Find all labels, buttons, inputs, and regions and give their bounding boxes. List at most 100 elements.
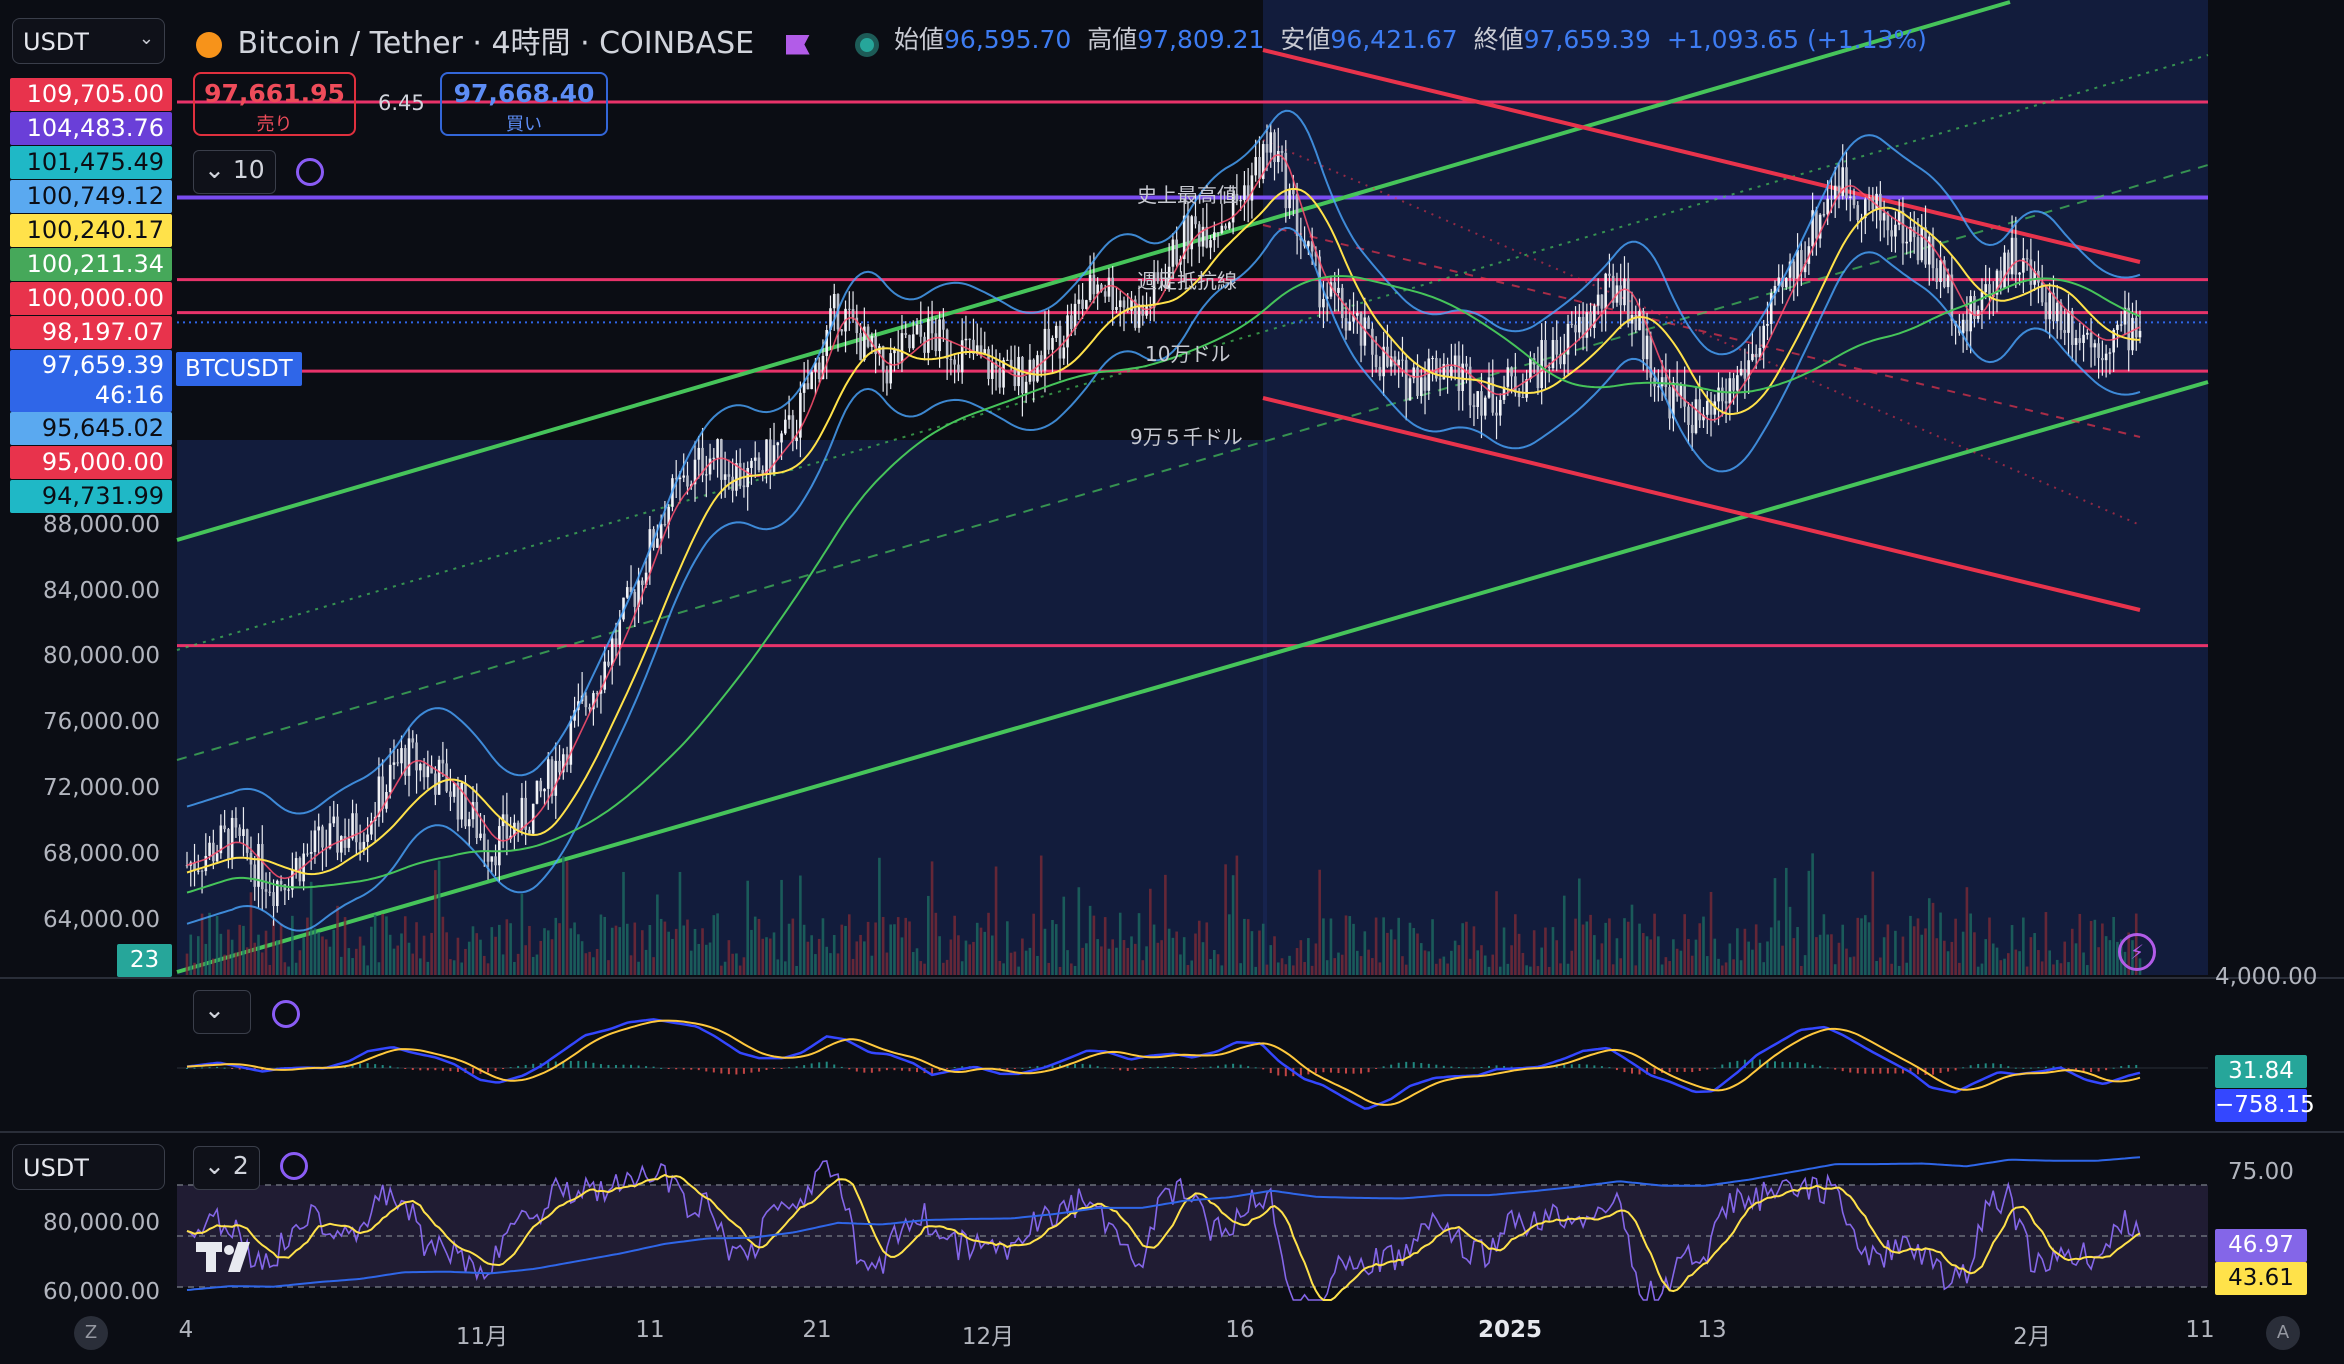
candle-body[interactable] (1355, 312, 1359, 316)
candle-body[interactable] (1243, 185, 1246, 201)
candle-body[interactable] (2127, 307, 2131, 351)
candle-body[interactable] (1250, 175, 1254, 201)
candle-body[interactable] (859, 333, 862, 361)
candle-body[interactable] (1751, 353, 1754, 361)
candle-body[interactable] (317, 826, 321, 831)
candle-body[interactable] (1638, 310, 1641, 331)
candle-body[interactable] (1423, 377, 1427, 391)
candle-body[interactable] (1194, 216, 1197, 225)
sell-button[interactable]: 97,661.95 売り (193, 72, 356, 136)
candle-body[interactable] (1224, 225, 1227, 229)
candle-body[interactable] (1736, 375, 1739, 391)
candle-body[interactable] (588, 707, 591, 710)
market-status-icon[interactable] (855, 32, 880, 57)
candle-body[interactable] (1555, 339, 1559, 355)
candle-body[interactable] (1081, 299, 1084, 309)
candle-body[interactable] (1348, 321, 1352, 331)
candle-body[interactable] (1894, 224, 1897, 237)
candle-body[interactable] (1510, 367, 1513, 377)
candle-body[interactable] (1728, 378, 1732, 404)
candle-body[interactable] (1901, 210, 1905, 244)
candle-body[interactable] (704, 474, 708, 476)
candle-body[interactable] (908, 334, 911, 349)
candle-body[interactable] (2018, 272, 2021, 275)
candle-body[interactable] (1664, 377, 1668, 387)
candle-body[interactable] (452, 782, 456, 797)
candle-body[interactable] (260, 844, 264, 890)
candle-body[interactable] (355, 813, 358, 843)
candle-body[interactable] (1721, 387, 1724, 402)
candle-body[interactable] (1066, 315, 1069, 348)
candle-body[interactable] (1796, 250, 1799, 279)
candle-body[interactable] (1961, 319, 1965, 334)
candle-body[interactable] (498, 826, 501, 866)
candle-body[interactable] (279, 880, 283, 885)
candle-body[interactable] (1258, 157, 1261, 179)
candle-body[interactable] (400, 748, 403, 764)
candle-body[interactable] (215, 853, 219, 862)
candle-body[interactable] (1269, 132, 1273, 153)
candle-body[interactable] (2104, 353, 2108, 361)
candle-body[interactable] (1265, 144, 1269, 153)
candle-body[interactable] (426, 766, 430, 778)
candle-body[interactable] (264, 889, 268, 892)
candle-body[interactable] (460, 782, 463, 820)
candle-body[interactable] (1209, 240, 1212, 248)
candle-body[interactable] (268, 891, 272, 893)
candle-body[interactable] (1404, 360, 1408, 401)
candle-body[interactable] (2014, 237, 2018, 275)
candle-body[interactable] (900, 333, 904, 363)
candle-body[interactable] (1619, 285, 1623, 306)
candle-body[interactable] (968, 338, 972, 340)
candle-body[interactable] (723, 474, 727, 480)
candle-body[interactable] (366, 834, 369, 842)
candle-body[interactable] (949, 359, 953, 361)
candle-body[interactable] (610, 638, 614, 666)
candle-body[interactable] (1295, 194, 1299, 236)
candle-body[interactable] (2131, 317, 2134, 351)
candle-body[interactable] (1600, 294, 1604, 309)
candle-body[interactable] (1521, 397, 1525, 399)
candle-body[interactable] (1047, 328, 1051, 350)
candle-body[interactable] (2044, 302, 2048, 320)
macd-collapse-button[interactable]: ⌄ (193, 990, 251, 1034)
candle-body[interactable] (253, 864, 257, 887)
candle-body[interactable] (761, 470, 765, 474)
candle-body[interactable] (1472, 405, 1476, 408)
candle-body[interactable] (2029, 259, 2033, 285)
auto-scale-icon[interactable]: A (2266, 1316, 2300, 1350)
candle-body[interactable] (1596, 294, 1600, 306)
candle-body[interactable] (1848, 196, 1852, 198)
candle-body[interactable] (415, 742, 418, 771)
candle-body[interactable] (1070, 315, 1073, 330)
candle-body[interactable] (584, 695, 588, 708)
candle-body[interactable] (1604, 273, 1607, 309)
candle-body[interactable] (1660, 377, 1664, 387)
candle-body[interactable] (2097, 343, 2100, 359)
indicator-collapse-button[interactable]: ⌄ 10 (193, 150, 276, 194)
candle-body[interactable] (1427, 358, 1431, 391)
candle-body[interactable] (780, 433, 783, 443)
candle-body[interactable] (1852, 196, 1856, 206)
candle-body[interactable] (381, 776, 384, 809)
annotation-100k[interactable]: 10万ドル (1145, 338, 1230, 367)
candle-body[interactable] (708, 458, 712, 475)
candle-body[interactable] (1111, 277, 1114, 310)
candle-body[interactable] (641, 580, 644, 586)
candle-body[interactable] (407, 738, 411, 776)
candle-body[interactable] (2078, 338, 2082, 343)
candle-body[interactable] (716, 439, 719, 458)
candle-body[interactable] (1397, 359, 1400, 366)
candle-body[interactable] (208, 842, 211, 856)
candle-body[interactable] (772, 445, 776, 474)
annotation-95k[interactable]: 9万５千ドル (1130, 421, 1243, 450)
sync-icon[interactable] (296, 158, 324, 186)
candle-body[interactable] (392, 762, 396, 765)
candle-body[interactable] (998, 368, 1002, 388)
candle-body[interactable] (1724, 401, 1728, 404)
candle-body[interactable] (787, 415, 791, 420)
candle-body[interactable] (539, 780, 543, 792)
candle-body[interactable] (987, 349, 990, 379)
candle-body[interactable] (1833, 185, 1837, 200)
candle-body[interactable] (1171, 239, 1175, 267)
